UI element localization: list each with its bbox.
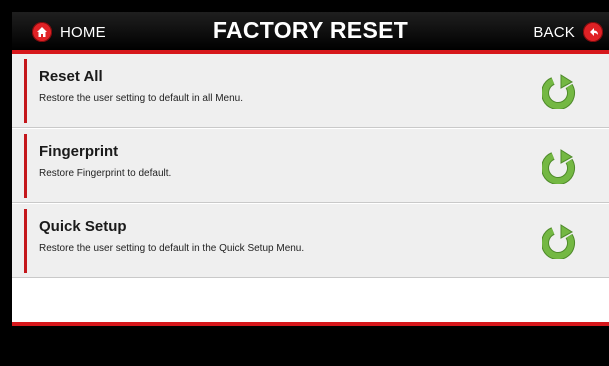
- reset-arrow-icon[interactable]: [542, 223, 578, 259]
- footer-bar: [12, 326, 609, 366]
- item-accent-bar: [24, 209, 27, 273]
- factory-reset-screen: HOME FACTORY RESET BACK Reset All Restor…: [0, 0, 609, 366]
- item-accent-bar: [24, 59, 27, 123]
- item-title: Quick Setup: [39, 218, 127, 235]
- list-item-quick-setup[interactable]: Quick Setup Restore the user setting to …: [12, 204, 609, 278]
- item-description: Restore the user setting to default in t…: [39, 243, 305, 254]
- reset-arrow-icon[interactable]: [542, 148, 578, 184]
- back-button[interactable]: BACK: [533, 21, 603, 43]
- content-area: Reset All Restore the user setting to de…: [12, 54, 609, 322]
- page-title: FACTORY RESET: [212, 17, 409, 43]
- list-item-reset-all[interactable]: Reset All Restore the user setting to de…: [12, 54, 609, 128]
- back-arrow-icon: [583, 22, 603, 42]
- item-title: Fingerprint: [39, 143, 119, 160]
- header-bar: HOME FACTORY RESET BACK: [12, 12, 609, 50]
- list-item-fingerprint[interactable]: Fingerprint Restore Fingerprint to defau…: [12, 129, 609, 203]
- item-accent-bar: [24, 134, 27, 198]
- item-title: Reset All: [39, 68, 103, 85]
- back-label: BACK: [533, 23, 575, 41]
- item-description: Restore Fingerprint to default.: [39, 168, 172, 179]
- empty-list-area: [12, 280, 609, 322]
- reset-options-list: Reset All Restore the user setting to de…: [12, 54, 609, 278]
- item-description: Restore the user setting to default in a…: [39, 93, 244, 104]
- reset-arrow-icon[interactable]: [542, 73, 578, 109]
